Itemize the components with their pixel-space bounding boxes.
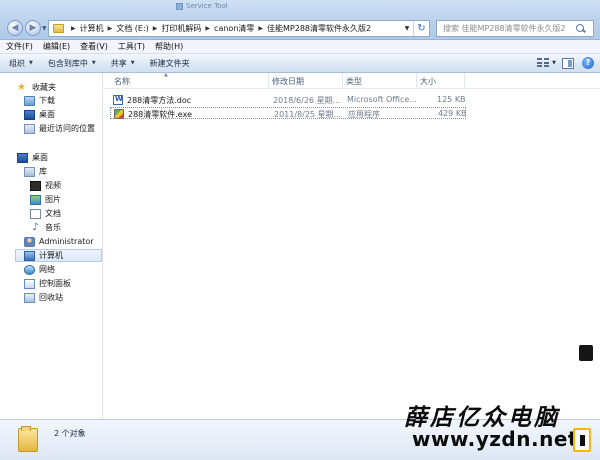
file-modified: 2018/6/26 星期... [273, 96, 341, 105]
app-icon [176, 2, 183, 10]
file-name: 288清零方法.doc [127, 96, 192, 105]
menu-view[interactable]: 查看(V) [80, 41, 108, 52]
nav-music[interactable]: ♪ 音乐 [30, 221, 61, 234]
videos-icon [30, 180, 41, 191]
nav-downloads[interactable]: 下载 [24, 94, 55, 107]
control-panel-icon [24, 278, 35, 289]
breadcrumb-printer-decode[interactable]: 打印机解码 [161, 23, 201, 34]
desktop-icon [24, 109, 35, 120]
watermark-mark [579, 345, 593, 361]
music-icon: ♪ [32, 221, 39, 233]
ghost-window-title: Service Tool [176, 2, 256, 12]
chevron-right-icon[interactable]: ▶ [205, 25, 210, 32]
column-divider[interactable] [464, 73, 465, 89]
nav-recycle-bin[interactable]: 回收站 [24, 291, 63, 304]
column-divider[interactable] [416, 73, 417, 89]
library-icon [24, 166, 35, 177]
nav-favorites[interactable]: ★ 收藏夹 [17, 81, 56, 94]
desktop-icon [17, 152, 28, 163]
folder-icon [18, 426, 38, 452]
recent-places-icon [24, 123, 35, 134]
share-button[interactable]: 共享 ▼ [111, 58, 135, 69]
item-count: 2 个对象 [54, 429, 86, 438]
sort-ascending-icon: ▲ [164, 72, 168, 78]
view-options-dropdown[interactable]: ▼ [552, 60, 556, 66]
include-in-library-button[interactable]: 包含到库中 ▼ [48, 58, 96, 69]
nav-network[interactable]: 网络 [24, 263, 55, 276]
new-folder-button[interactable]: 新建文件夹 [150, 58, 190, 69]
chevron-down-icon: ▼ [91, 60, 96, 66]
menu-edit[interactable]: 编辑(E) [43, 41, 70, 52]
menu-file[interactable]: 文件(F) [6, 41, 33, 52]
breadcrumb-canon-reset[interactable]: canon清零 [214, 23, 254, 34]
command-toolbar: 组织 ▼ 包含到库中 ▼ 共享 ▼ 新建文件夹 ▼ ? [0, 54, 600, 73]
file-row[interactable]: 288清零方法.doc 2018/6/26 星期... Microsoft Of… [110, 94, 466, 106]
menu-help[interactable]: 帮助(H) [155, 41, 183, 52]
nav-pictures[interactable]: 图片 [30, 193, 61, 206]
chevron-right-icon[interactable]: ▶ [258, 25, 263, 32]
file-name: 288清零软件.exe [128, 110, 193, 119]
nav-control-panel[interactable]: 控制面板 [24, 277, 71, 290]
navigation-pane: ★ 收藏夹 下载 桌面 最近访问的位置 桌面 库 视频 图片 文档 ♪ 音乐 Adm… [0, 73, 103, 419]
folder-icon [53, 24, 64, 33]
file-row[interactable]: 288清零软件.exe 2011/8/25 星期... 应用程序 429 KB [110, 107, 467, 119]
organize-button[interactable]: 组织 ▼ [9, 58, 33, 69]
nav-library[interactable]: 库 [24, 165, 47, 178]
watermark-url: www.yzdn.net [412, 427, 578, 451]
nav-desktop-favorite[interactable]: 桌面 [24, 108, 55, 121]
nav-videos[interactable]: 视频 [30, 179, 61, 192]
column-modified[interactable]: 修改日期 [272, 76, 304, 87]
change-view-icon[interactable] [536, 57, 550, 69]
downloads-folder-icon [24, 95, 35, 106]
chevron-right-icon[interactable]: ▶ [71, 25, 76, 32]
search-box[interactable] [436, 20, 594, 37]
nav-recent-places[interactable]: 最近访问的位置 [24, 122, 95, 135]
chevron-right-icon[interactable]: ▶ [108, 25, 113, 32]
word-doc-icon [113, 95, 123, 105]
column-type[interactable]: 类型 [346, 76, 362, 87]
exe-app-icon [114, 109, 124, 119]
recycle-bin-icon [24, 292, 35, 303]
menu-bar: 文件(F) 编辑(E) 查看(V) 工具(T) 帮助(H) [0, 40, 600, 54]
help-icon[interactable]: ? [582, 57, 594, 69]
column-divider[interactable] [268, 73, 269, 89]
documents-icon [30, 208, 41, 219]
file-modified: 2011/8/25 星期... [274, 110, 342, 119]
file-size: 429 KB [438, 109, 467, 118]
chevron-down-icon: ▼ [130, 60, 135, 66]
menu-tools[interactable]: 工具(T) [118, 41, 145, 52]
breadcrumb-drive-e[interactable]: 文档 (E:) [116, 23, 149, 34]
user-icon [24, 236, 35, 247]
file-type: 应用程序 [348, 110, 380, 119]
address-bar[interactable]: ▶ 计算机 ▶ 文档 (E:) ▶ 打印机解码 ▶ canon清零 ▶ 佳能MP… [48, 20, 430, 37]
column-name[interactable]: 名称 [114, 76, 130, 87]
nav-administrator[interactable]: Administrator [24, 235, 94, 248]
search-icon[interactable] [575, 23, 587, 35]
nav-documents[interactable]: 文档 [30, 207, 61, 220]
chevron-down-icon: ▼ [29, 60, 33, 66]
back-button[interactable]: ◀ [7, 20, 23, 36]
file-type: Microsoft Office... [347, 95, 417, 104]
search-input[interactable] [443, 24, 575, 33]
preview-pane-icon[interactable] [562, 57, 574, 69]
breadcrumb-computer[interactable]: 计算机 [80, 23, 104, 34]
address-history-dropdown[interactable]: ▼ [401, 25, 413, 32]
network-icon [24, 264, 35, 275]
title-bar: Service Tool ◀ ▶ ▼ ▶ 计算机 ▶ 文档 (E:) ▶ 打印机… [0, 0, 600, 40]
file-size: 125 KB [437, 95, 466, 104]
column-divider[interactable] [342, 73, 343, 89]
breadcrumb-current-folder[interactable]: 佳能MP288清零软件永久版2 [267, 23, 371, 34]
file-list-pane: ▲ 名称 修改日期 类型 大小 288清零方法.doc 2018/6/26 星期… [104, 72, 600, 419]
chevron-right-icon[interactable]: ▶ [153, 25, 158, 32]
pictures-icon [30, 194, 41, 205]
computer-icon [24, 250, 35, 261]
star-icon: ★ [17, 81, 26, 93]
refresh-icon[interactable]: ↻ [413, 21, 429, 36]
nav-computer[interactable]: 计算机 [15, 249, 102, 262]
column-header-row: ▲ 名称 修改日期 类型 大小 [104, 72, 600, 89]
forward-button[interactable]: ▶ [25, 20, 41, 36]
nav-desktop[interactable]: 桌面 [17, 151, 48, 164]
watermark-logo [573, 428, 591, 452]
column-size[interactable]: 大小 [420, 76, 436, 87]
